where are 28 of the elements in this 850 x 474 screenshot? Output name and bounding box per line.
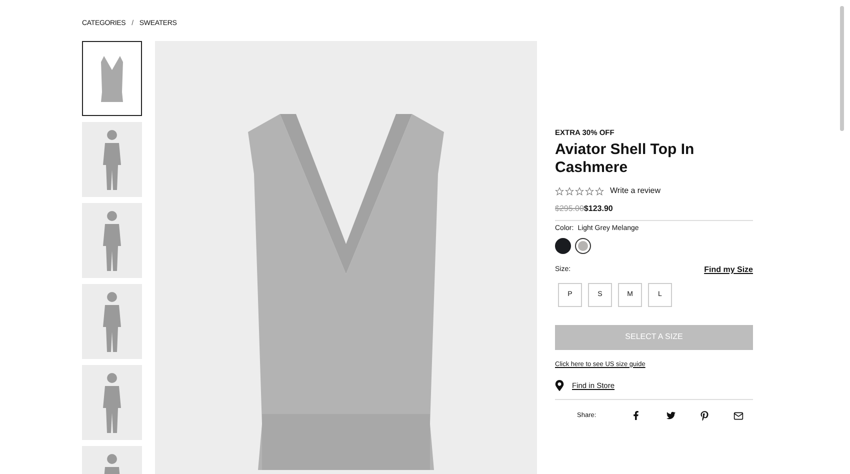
person-silhouette-icon [100, 292, 124, 352]
person-silhouette-icon [100, 130, 124, 190]
star-icon [555, 186, 564, 196]
pinterest-icon[interactable] [700, 410, 710, 421]
thumbnail-photo[interactable] [82, 203, 142, 278]
mail-icon[interactable] [733, 410, 744, 421]
star-icon [585, 186, 594, 196]
person-silhouette-icon [100, 372, 124, 432]
product-title: Aviator Shell Top In Cashmere [555, 141, 696, 178]
thumbnail-photo[interactable] [82, 284, 142, 359]
thumbnail-photo[interactable] [82, 122, 142, 197]
star-icon [575, 186, 584, 196]
sale-price: $123.90 [584, 203, 613, 216]
review-link[interactable]: Write a review [610, 185, 661, 198]
star-icon [595, 186, 604, 196]
color-swatch[interactable] [575, 238, 591, 254]
twitter-icon[interactable] [666, 411, 676, 420]
person-silhouette-icon [100, 210, 124, 270]
thumbnail-photo[interactable] [82, 365, 142, 440]
thumbnail-photo[interactable] [82, 41, 142, 116]
original-price: $295.00 [555, 203, 584, 216]
facebook-icon[interactable] [632, 411, 640, 420]
star-icon [565, 186, 574, 196]
location-pin-icon [555, 380, 564, 391]
find-size-link[interactable]: Find my Size [704, 264, 753, 276]
scrollbar[interactable] [840, 6, 844, 131]
color-swatch[interactable] [555, 238, 571, 254]
vest-icon [98, 54, 126, 104]
